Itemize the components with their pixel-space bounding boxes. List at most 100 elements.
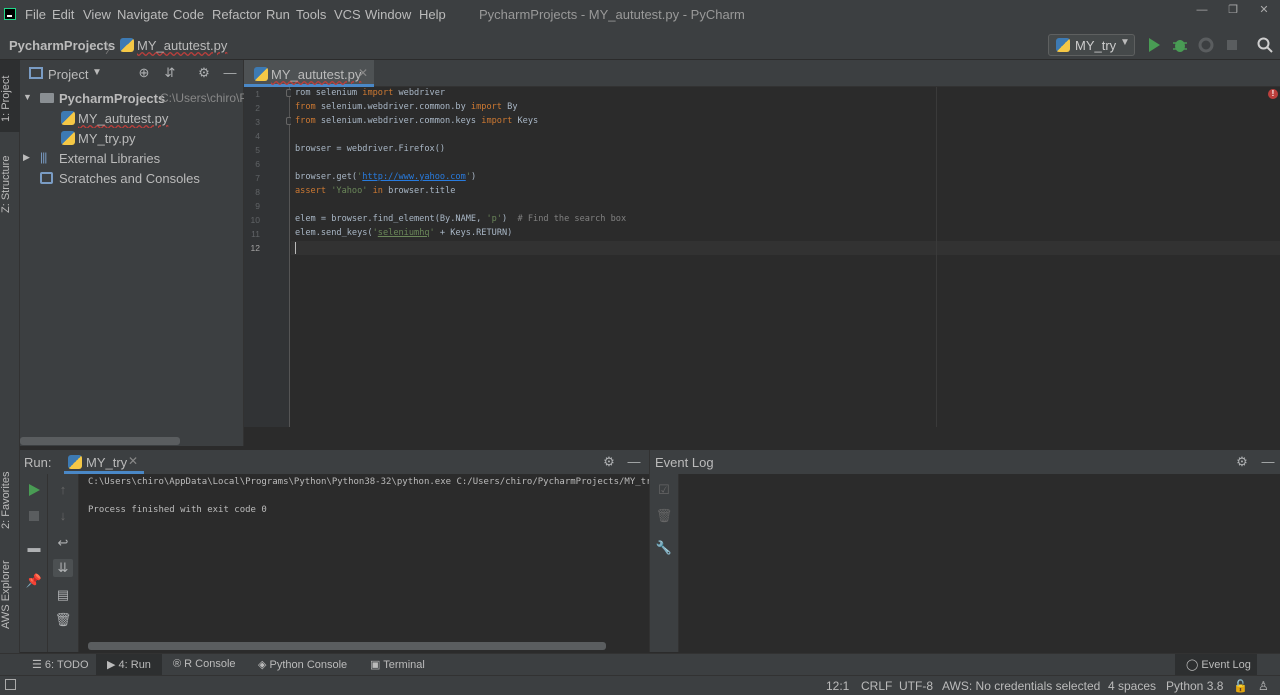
error-indicator-icon[interactable]: ! — [1268, 89, 1278, 99]
tree-item-external-libraries[interactable]: ▶ ||| External Libraries — [20, 148, 244, 168]
soft-wrap-icon[interactable]: ↩ — [53, 534, 73, 552]
menu-code[interactable]: Code — [173, 7, 204, 22]
code-line[interactable]: from selenium.webdriver.common.keys impo… — [295, 116, 538, 126]
trash-icon[interactable]: 🗑 — [654, 507, 674, 525]
event-log-toolbar: ☑ 🗑 🔧 — [649, 474, 679, 652]
arrow-up-icon[interactable]: ↑ — [53, 481, 73, 499]
code-line[interactable]: browser = webdriver.Firefox() — [295, 144, 445, 154]
breadcrumb-root[interactable]: PycharmProjects — [9, 38, 115, 53]
tree-item-file[interactable]: MY_try.py — [20, 128, 244, 148]
right-margin-guide — [936, 87, 937, 427]
rerun-button[interactable] — [26, 482, 42, 498]
chevron-down-icon[interactable]: ▼ — [92, 67, 102, 78]
hide-panel-icon[interactable]: — — [624, 453, 644, 471]
tree-item-path: C:\Users\chiro\P — [160, 91, 244, 105]
close-tab-icon[interactable]: ✕ — [358, 66, 368, 80]
arrow-down-icon[interactable]: ↓ — [53, 507, 73, 525]
close-tab-icon[interactable]: ✕ — [128, 454, 138, 468]
bottom-tab-event-log[interactable]: ◯ Event Log — [1186, 658, 1251, 671]
menu-navigate[interactable]: Navigate — [117, 7, 168, 22]
menu-vcs[interactable]: VCS — [334, 7, 361, 22]
scroll-to-end-icon[interactable]: ⇊ — [53, 559, 73, 577]
tool-tab-aws-explorer[interactable]: AWS Explorer — [0, 555, 20, 635]
horizontal-scrollbar[interactable] — [20, 437, 180, 445]
code-line[interactable]: elem = browser.find_element(By.NAME, 'p'… — [295, 214, 626, 224]
tool-tab-structure[interactable]: Z: Structure — [0, 148, 20, 220]
lock-icon[interactable]: 🔓 — [1233, 679, 1248, 693]
status-aws-credentials[interactable]: AWS: No credentials selected — [942, 679, 1100, 693]
r-console-icon: ® — [173, 658, 185, 670]
run-configuration-selector[interactable]: MY_try ▼ — [1048, 34, 1135, 56]
search-icon[interactable] — [1256, 36, 1274, 54]
tool-tab-project[interactable]: 1: Project — [0, 66, 20, 132]
inspector-icon[interactable]: ♙ — [1258, 679, 1269, 693]
code-line[interactable]: assert 'Yahoo' in browser.title — [295, 186, 455, 196]
gear-icon[interactable]: ⚙ — [599, 453, 619, 471]
bottom-tab-r-console[interactable]: ® R Console — [173, 658, 236, 670]
menu-help[interactable]: Help — [419, 7, 446, 22]
gear-icon[interactable]: ⚙ — [194, 64, 214, 82]
project-panel-title[interactable]: Project — [48, 67, 88, 82]
print-icon[interactable]: ▤ — [53, 586, 73, 604]
stop-button[interactable] — [1223, 36, 1241, 54]
status-interpreter[interactable]: Python 3.8 — [1166, 679, 1223, 693]
layout-icon[interactable]: ▬ — [24, 539, 44, 557]
status-bar: 12:1 CRLF UTF-8 AWS: No credentials sele… — [0, 675, 1280, 695]
mark-read-icon[interactable]: ☑ — [654, 481, 674, 499]
status-caret-position[interactable]: 12:1 — [826, 679, 849, 693]
left-tool-stripe: 1: Project Z: Structure 2: Favorites AWS… — [0, 60, 20, 653]
console-line: Process finished with exit code 0 — [88, 505, 267, 515]
close-button[interactable]: ✕ — [1247, 2, 1280, 22]
code-line[interactable]: elem.send_keys('seleniumhq' + Keys.RETUR… — [295, 228, 512, 238]
maximize-button[interactable]: ❐ — [1216, 2, 1250, 22]
tree-item-scratches[interactable]: Scratches and Consoles — [20, 168, 244, 188]
stop-button[interactable] — [26, 508, 42, 524]
wrench-icon[interactable]: 🔧 — [654, 539, 674, 557]
trash-icon[interactable]: 🗑 — [53, 611, 73, 629]
run-console[interactable]: C:\Users\chiro\AppData\Local\Programs\Py… — [79, 474, 649, 652]
menu-run[interactable]: Run — [266, 7, 290, 22]
event-log-title: Event Log — [655, 455, 714, 470]
tool-tab-favorites[interactable]: 2: Favorites — [0, 465, 20, 535]
expand-arrow-icon[interactable]: ▼ — [23, 92, 32, 102]
run-button[interactable] — [1145, 36, 1163, 54]
bottom-tab-python-console[interactable]: ◈ Python Console — [258, 658, 347, 671]
breadcrumb-file[interactable]: MY_aututest.py — [137, 38, 227, 53]
editor-tab-active[interactable]: MY_aututest.py ✕ — [244, 60, 374, 87]
debug-button[interactable] — [1171, 36, 1189, 54]
menu-file[interactable]: File — [25, 7, 46, 22]
menu-refactor[interactable]: Refactor — [212, 7, 261, 22]
pin-icon[interactable]: 📌 — [24, 572, 44, 590]
code-line[interactable]: rom selenium import webdriver — [295, 88, 445, 98]
run-panel-label: Run: — [24, 455, 52, 470]
status-line-separator[interactable]: CRLF — [861, 679, 892, 693]
library-icon: ||| — [40, 150, 47, 164]
menu-edit[interactable]: Edit — [52, 7, 74, 22]
horizontal-scrollbar[interactable] — [88, 642, 606, 650]
hide-panel-icon[interactable]: — — [1258, 453, 1278, 471]
collapse-all-icon[interactable]: ⇵ — [160, 64, 180, 82]
menu-window[interactable]: Window — [365, 7, 411, 22]
bottom-tab-run[interactable]: ▶ 4: Run — [107, 658, 151, 671]
locate-file-icon[interactable]: ⊕ — [134, 64, 154, 82]
status-encoding[interactable]: UTF-8 — [899, 679, 933, 693]
status-indent[interactable]: 4 spaces — [1108, 679, 1156, 693]
run-tab[interactable]: MY_try ✕ — [64, 450, 144, 474]
code-line[interactable]: browser.get('http://www.yahoo.com') — [295, 172, 476, 182]
tree-item-project-root[interactable]: ▼ PycharmProjects C:\Users\chiro\P — [20, 88, 244, 108]
event-log-body — [679, 474, 1280, 652]
hide-panel-icon[interactable]: — — [220, 64, 240, 82]
coverage-button[interactable] — [1197, 36, 1215, 54]
minimize-button[interactable]: — — [1185, 2, 1219, 22]
expand-arrow-icon[interactable]: ▶ — [23, 152, 30, 163]
tool-windows-icon[interactable] — [5, 679, 16, 690]
bottom-tab-todo[interactable]: ☰ 6: TODO — [32, 658, 89, 671]
gear-icon[interactable]: ⚙ — [1232, 453, 1252, 471]
tree-item-file[interactable]: MY_aututest.py — [20, 108, 244, 128]
code-editor[interactable] — [291, 87, 1280, 427]
bottom-tab-terminal[interactable]: ▣ Terminal — [370, 658, 425, 671]
code-line[interactable]: from selenium.webdriver.common.by import… — [295, 102, 518, 112]
menu-view[interactable]: View — [83, 7, 111, 22]
line-number: 4 — [255, 131, 260, 141]
menu-tools[interactable]: Tools — [296, 7, 326, 22]
